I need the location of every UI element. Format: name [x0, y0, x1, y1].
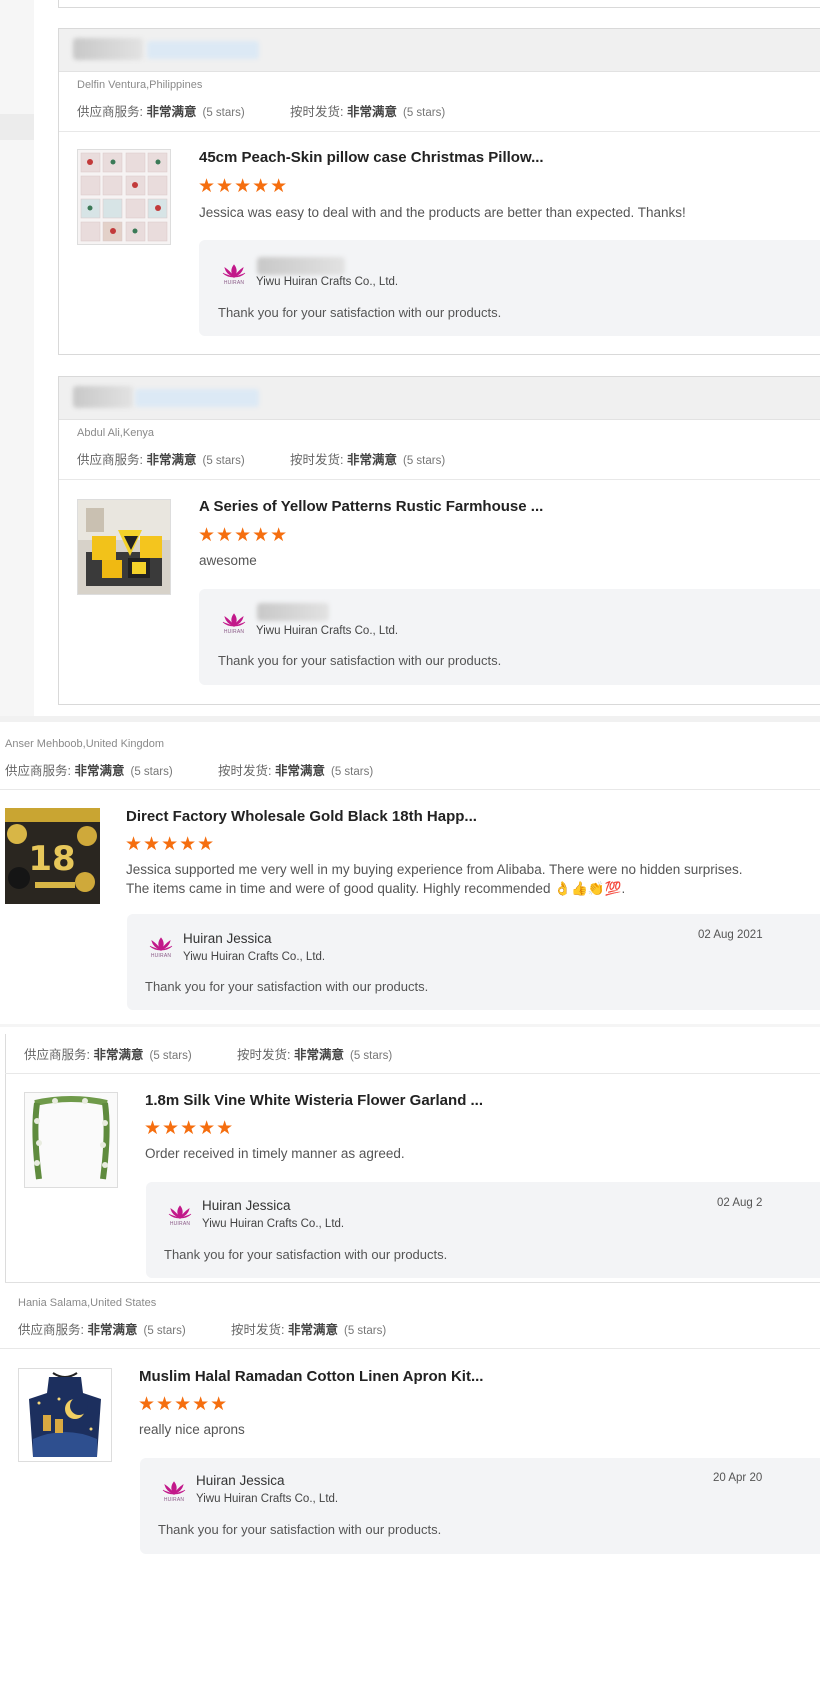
review-text: Order received in timely manner as agree… — [145, 1146, 405, 1161]
logo-caption: HUIRAN — [163, 1497, 185, 1503]
review-text: awesome — [199, 553, 257, 568]
review-card-header — [59, 29, 820, 72]
redacted-order-link — [147, 41, 259, 59]
reply-author: Huiran Jessica — [202, 1198, 291, 1213]
section-separator — [0, 716, 820, 722]
divider — [0, 1348, 820, 1349]
review-card: Abdul Ali,Kenya 供应商服务: 非常满意 (5 stars) 按时发… — [58, 376, 820, 705]
logo-caption: HUIRAN — [150, 953, 172, 959]
product-thumbnail[interactable] — [77, 499, 171, 595]
reply-company: Yiwu Huiran Crafts Co., Ltd. — [256, 625, 399, 637]
redacted-order-info — [73, 38, 143, 60]
redacted-order-link — [135, 389, 259, 407]
star-rating: ★★★★★ — [125, 834, 216, 855]
product-thumbnail[interactable] — [24, 1092, 118, 1188]
redacted-seller-name — [257, 257, 345, 275]
reply-company: Yiwu Huiran Crafts Co., Ltd. — [202, 1218, 345, 1230]
review-card-header — [59, 377, 820, 420]
rating-ontime-delivery: 按时发货: 非常满意 (5 stars) — [218, 764, 374, 778]
left-gutter — [0, 0, 34, 716]
review-text: Jessica supported me very well in my buy… — [126, 862, 743, 896]
review-block-border — [5, 1034, 6, 1282]
rating-supplier-service: 供应商服务: 非常满意 (5 stars) — [5, 764, 173, 778]
reply-date: 20 Apr 20 — [713, 1472, 763, 1484]
reply-company: Yiwu Huiran Crafts Co., Ltd. — [183, 951, 326, 963]
redacted-seller-name — [257, 603, 329, 621]
rating-supplier-service: 供应商服务: 非常满意 (5 stars) — [24, 1048, 192, 1062]
rating-supplier-service: 供应商服务: 非常满意 (5 stars) — [77, 453, 245, 467]
rating-ontime-delivery: 按时发货: 非常满意 (5 stars) — [290, 453, 446, 467]
divider — [5, 1073, 820, 1074]
product-title-link[interactable]: 1.8m Silk Vine White Wisteria Flower Gar… — [145, 1092, 483, 1109]
product-thumbnail[interactable]: 18 — [5, 808, 100, 904]
reply-message: Thank you for your satisfaction with our… — [158, 1522, 442, 1537]
review-text: Jessica was easy to deal with and the pr… — [199, 205, 686, 220]
reply-date: 02 Aug 2021 — [698, 929, 763, 941]
logo-caption: HUIRAN — [169, 1221, 191, 1227]
svg-text:18: 18 — [28, 839, 75, 879]
product-title-link[interactable]: A Series of Yellow Patterns Rustic Farmh… — [199, 498, 543, 515]
logo-caption: HUIRAN — [223, 280, 245, 286]
rating-supplier-service: 供应商服务: 非常满意 (5 stars) — [77, 105, 245, 119]
buyer-name: Hania Salama,United States — [18, 1297, 157, 1309]
buyer-name: Delfin Ventura,Philippines — [77, 79, 203, 91]
product-thumbnail[interactable] — [18, 1368, 112, 1462]
buyer-name: Abdul Ali,Kenya — [77, 427, 155, 439]
review-card: Delfin Ventura,Philippines 供应商服务: 非常满意 (5… — [58, 28, 820, 355]
reply-company: Yiwu Huiran Crafts Co., Ltd. — [196, 1493, 339, 1505]
seller-reply: HUIRAN Yiwu Huiran Crafts Co., Ltd. Than… — [199, 589, 820, 685]
logo-caption: HUIRAN — [223, 629, 245, 635]
huiran-logo-icon: HUIRAN — [219, 263, 249, 289]
reply-author: Huiran Jessica — [196, 1473, 285, 1488]
huiran-logo-icon: HUIRAN — [165, 1204, 195, 1230]
reply-message: Thank you for your satisfaction with our… — [164, 1247, 448, 1262]
product-title-link[interactable]: Direct Factory Wholesale Gold Black 18th… — [126, 808, 477, 825]
rating-ontime-delivery: 按时发货: 非常满意 (5 stars) — [231, 1323, 387, 1337]
rating-ontime-delivery: 按时发货: 非常满意 (5 stars) — [290, 105, 446, 119]
star-rating: ★★★★★ — [198, 525, 289, 546]
reply-message: Thank you for your satisfaction with our… — [145, 979, 429, 994]
section-separator — [0, 1024, 820, 1027]
star-rating: ★★★★★ — [138, 1394, 229, 1415]
buyer-name: Anser Mehboob,United Kingdom — [5, 738, 164, 750]
rating-ontime-delivery: 按时发货: 非常满意 (5 stars) — [237, 1048, 393, 1062]
seller-reply: HUIRAN Yiwu Huiran Crafts Co., Ltd. Than… — [199, 240, 820, 336]
reply-company: Yiwu Huiran Crafts Co., Ltd. — [256, 276, 399, 288]
huiran-logo-icon: HUIRAN — [159, 1480, 189, 1506]
seller-reply: HUIRAN Huiran Jessica Yiwu Huiran Crafts… — [140, 1458, 820, 1554]
reply-message: Thank you for your satisfaction with our… — [218, 653, 502, 668]
product-thumbnail[interactable] — [77, 149, 171, 245]
rating-supplier-service: 供应商服务: 非常满意 (5 stars) — [18, 1323, 186, 1337]
reply-author: Huiran Jessica — [183, 931, 272, 946]
left-gutter-tab — [0, 114, 34, 140]
reply-message: Thank you for your satisfaction with our… — [218, 305, 502, 320]
star-rating: ★★★★★ — [144, 1118, 235, 1139]
review-text: really nice aprons — [139, 1422, 245, 1437]
reply-date: 02 Aug 2 — [717, 1197, 763, 1209]
seller-reply: HUIRAN Huiran Jessica Yiwu Huiran Crafts… — [146, 1182, 820, 1278]
star-rating: ★★★★★ — [198, 176, 289, 197]
seller-reply: HUIRAN Huiran Jessica Yiwu Huiran Crafts… — [127, 914, 820, 1010]
huiran-logo-icon: HUIRAN — [219, 612, 249, 638]
huiran-logo-icon: HUIRAN — [146, 936, 176, 962]
divider — [59, 131, 820, 132]
redacted-order-info — [73, 386, 133, 408]
panel-top-edge — [58, 0, 820, 8]
product-title-link[interactable]: 45cm Peach-Skin pillow case Christmas Pi… — [199, 149, 544, 166]
product-title-link[interactable]: Muslim Halal Ramadan Cotton Linen Apron … — [139, 1368, 483, 1385]
divider — [59, 479, 820, 480]
divider — [0, 789, 820, 790]
section-separator — [5, 1282, 820, 1283]
